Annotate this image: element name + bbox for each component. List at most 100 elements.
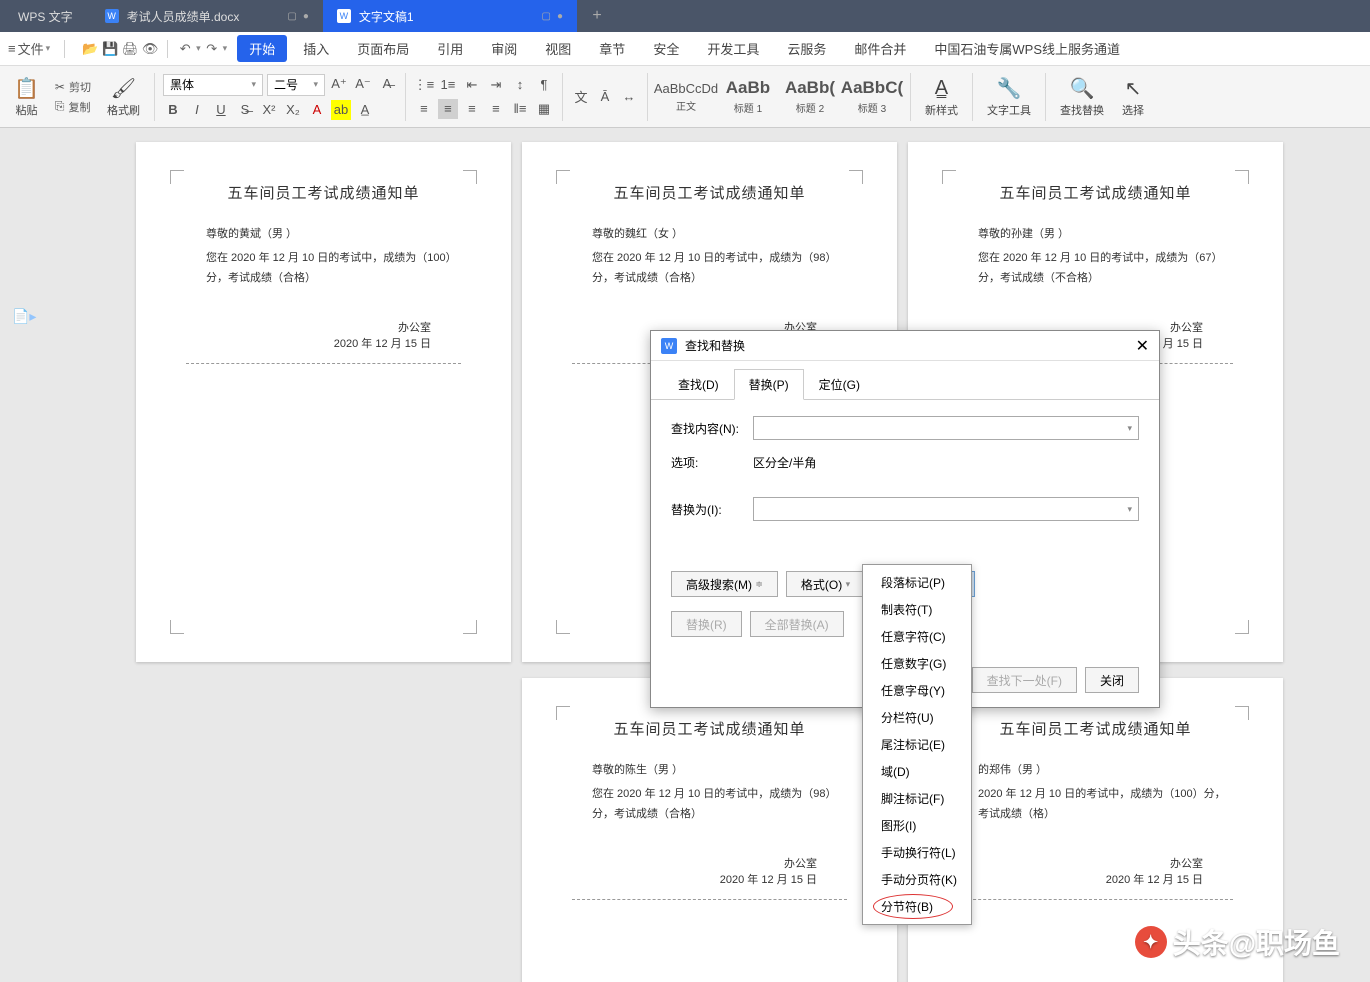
dropdown-item-5[interactable]: 分栏符(U) [863,704,971,731]
style-gallery[interactable]: AaBbCcDd正文AaBb标题 1AaBb(标题 2AaBbC(标题 3 [656,74,902,120]
line-spacing-button[interactable]: ‖≡ [510,99,530,119]
find-label: 查找内容(N): [671,420,743,437]
menu-4[interactable]: 审阅 [479,35,529,62]
indent-dec-button[interactable]: ⇤ [462,75,482,95]
close-icon[interactable]: ✕ [1136,336,1149,356]
bold-button[interactable]: B [163,100,183,120]
style-1[interactable]: AaBb标题 1 [718,74,778,120]
char-border-button[interactable]: A̲ [355,100,375,120]
undo-icon[interactable]: ↶ [176,40,194,58]
clear-format-icon[interactable]: A̶ [377,74,397,94]
phonetic-button[interactable]: Ā [595,87,615,107]
subscript-button[interactable]: X₂ [283,100,303,120]
wps-icon: W [337,9,351,23]
special-format-dropdown: 段落标记(P)制表符(T)任意字符(C)任意数字(G)任意字母(Y)分栏符(U)… [862,564,972,925]
menubar: ≡ 文件 ▾ 📂 💾 🖨 👁 ↶ ▾ ↷ ▾ 开始插入页面布局引用审阅视图章节安… [0,32,1370,66]
find-input[interactable]: ▾ [753,416,1139,440]
style-2[interactable]: AaBb(标题 2 [780,74,840,120]
sort-button[interactable]: ↕ [510,75,530,95]
text-tool-button[interactable]: 🔧文字工具 [981,74,1037,120]
show-marks-button[interactable]: ¶ [534,75,554,95]
dropdown-item-4[interactable]: 任意字母(Y) [863,677,971,704]
dropdown-item-0[interactable]: 段落标记(P) [863,569,971,596]
menu-3[interactable]: 引用 [425,35,475,62]
save-icon[interactable]: 💾 [101,40,119,58]
italic-button[interactable]: I [187,100,207,120]
doc-tab-0[interactable]: W 考试人员成绩单.docx ▢● [91,0,323,32]
dropdown-item-3[interactable]: 任意数字(G) [863,650,971,677]
align-left-button[interactable]: ≡ [414,99,434,119]
font-color-button[interactable]: A [307,100,327,120]
dialog-tab-2[interactable]: 定位(G) [804,369,875,400]
menu-0[interactable]: 开始 [237,35,287,62]
dropdown-item-9[interactable]: 图形(I) [863,812,971,839]
bullets-button[interactable]: ⋮≡ [414,75,434,95]
redo-icon[interactable]: ↷ [203,40,221,58]
copy-button[interactable]: ⎘复制 [51,97,95,117]
replace-button[interactable]: 替换(R) [671,611,742,637]
dialog-titlebar[interactable]: W 查找和替换 ✕ [651,331,1159,361]
align-right-button[interactable]: ≡ [462,99,482,119]
style-3[interactable]: AaBbC(标题 3 [842,74,902,120]
shrink-font-icon[interactable]: A⁻ [353,74,373,94]
style-0[interactable]: AaBbCcDd正文 [656,74,716,120]
page-3[interactable]: 五车间员工考试成绩通知单尊敬的陈生（男 ）您在 2020 年 12 月 10 日… [522,678,897,982]
menu-2[interactable]: 页面布局 [345,35,421,62]
dropdown-item-7[interactable]: 域(D) [863,758,971,785]
format-button[interactable]: 格式(O) ▾ [786,571,865,597]
format-painter-button[interactable]: 🖌 格式刷 [101,74,146,120]
dropdown-item-6[interactable]: 尾注标记(E) [863,731,971,758]
new-style-button[interactable]: A͇新样式 [919,74,964,120]
menu-11[interactable]: 中国石油专属WPS线上服务通道 [922,35,1132,62]
find-replace-button[interactable]: 🔍查找替换 [1054,74,1110,120]
menu-9[interactable]: 云服务 [775,35,838,62]
paste-button[interactable]: 📋 粘贴 [8,74,45,120]
indent-inc-button[interactable]: ⇥ [486,75,506,95]
page-0[interactable]: 五车间员工考试成绩通知单尊敬的黄斌（男 ）您在 2020 年 12 月 10 日… [136,142,511,662]
file-menu[interactable]: ≡ 文件 ▾ [0,39,58,58]
close-button[interactable]: 关闭 [1085,667,1139,693]
text-direction-button[interactable]: 文 [571,87,591,107]
brush-icon: 🖌 [111,76,136,102]
justify-button[interactable]: ≡ [486,99,506,119]
doc-tab-1[interactable]: W 文字文稿1 ▢● [323,0,577,32]
align-center-button[interactable]: ≡ [438,99,458,119]
dropdown-item-11[interactable]: 手动分页符(K) [863,866,971,893]
preview-icon[interactable]: 👁 [141,40,159,58]
find-next-button[interactable]: 查找下一处(F) [972,667,1077,693]
underline-button[interactable]: U [211,100,231,120]
strike-button[interactable]: S̶ [235,100,255,120]
cut-button[interactable]: ✂剪切 [51,77,95,97]
menu-7[interactable]: 安全 [641,35,691,62]
titlebar: WPS 文字 W 考试人员成绩单.docx ▢● W 文字文稿1 ▢● + [0,0,1370,32]
dropdown-item-8[interactable]: 脚注标记(F) [863,785,971,812]
dropdown-item-10[interactable]: 手动换行符(L) [863,839,971,866]
dialog-tab-1[interactable]: 替换(P) [734,369,804,400]
select-button[interactable]: ↖选择 [1116,74,1150,120]
dialog-tab-0[interactable]: 查找(D) [663,369,734,400]
char-scale-button[interactable]: ↔ [619,87,639,107]
highlight-button[interactable]: ab [331,100,351,120]
menu-5[interactable]: 视图 [533,35,583,62]
grow-font-icon[interactable]: A⁺ [329,74,349,94]
shading-button[interactable]: ▦ [534,99,554,119]
dropdown-item-1[interactable]: 制表符(T) [863,596,971,623]
menu-6[interactable]: 章节 [587,35,637,62]
ribbon: 📋 粘贴 ✂剪切 ⎘复制 🖌 格式刷 黑体▾ 二号▾ A⁺ A⁻ A̶ B I … [0,66,1370,128]
menu-1[interactable]: 插入 [291,35,341,62]
menu-10[interactable]: 邮件合并 [842,35,918,62]
add-tab-button[interactable]: + [577,7,617,25]
font-name-select[interactable]: 黑体▾ [163,74,263,96]
numbering-button[interactable]: 1≡ [438,75,458,95]
replace-all-button[interactable]: 全部替换(A) [750,611,844,637]
menu-8[interactable]: 开发工具 [695,35,771,62]
open-icon[interactable]: 📂 [81,40,99,58]
print-icon[interactable]: 🖨 [121,40,139,58]
logo-icon: ✦ [1135,926,1167,958]
dropdown-item-2[interactable]: 任意字符(C) [863,623,971,650]
replace-input[interactable]: ▾ [753,497,1139,521]
superscript-button[interactable]: X² [259,100,279,120]
adv-search-button[interactable]: 高级搜索(M) ≑ [671,571,778,597]
font-size-select[interactable]: 二号▾ [267,74,325,96]
dropdown-item-12[interactable]: 分节符(B) [863,893,971,920]
